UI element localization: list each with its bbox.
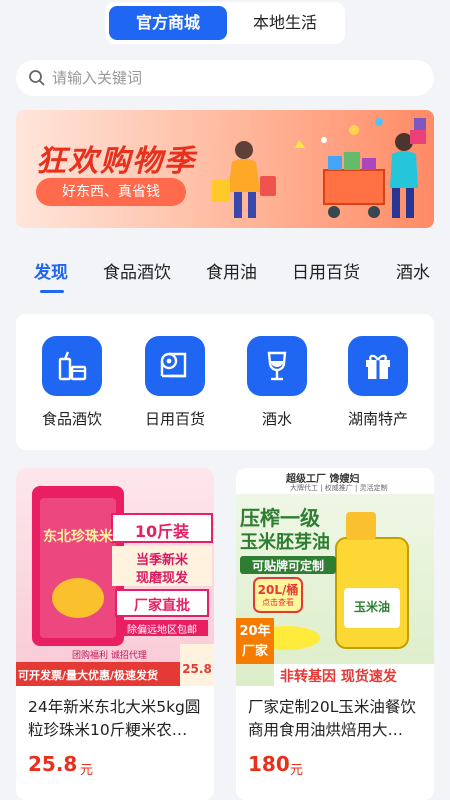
tab-official-store[interactable]: 官方商城 — [109, 6, 227, 40]
product-name: 厂家定制20L玉米油餐饮商用食用油烘焙用大… — [248, 698, 416, 739]
oil-size-label: 20L/桶 — [257, 583, 299, 597]
oil-line2: 玉米胚芽油 — [240, 532, 330, 553]
product-name: 24年新米东北大米5kg圆粒珍珠米10斤粳米农… — [28, 698, 201, 739]
rice-price-box: 25.8 — [182, 662, 212, 676]
oil-factory-label: 厂家 — [241, 644, 268, 659]
tissue-roll-icon — [145, 336, 205, 396]
rice-bag-label: 东北珍珠米 — [43, 529, 113, 545]
product-card-corn-oil[interactable]: 超级工厂 馋嫂妇 大牌代工 | 权威推广 | 灵活定制 压榨一级 玉米胚芽油 可… — [236, 468, 434, 800]
tab-liquor[interactable]: 酒水 — [396, 258, 430, 283]
category-tab-bar: 发现 食品酒饮 食用油 日用百货 酒水 — [0, 250, 450, 290]
category-label: 湖南特产 — [347, 410, 408, 428]
rice-weight-label: 10斤装 — [134, 522, 190, 541]
product-image-corn-oil: 超级工厂 馋嫂妇 大牌代工 | 权威推广 | 灵活定制 压榨一级 玉米胚芽油 可… — [236, 468, 434, 686]
category-liquor[interactable]: 酒水 — [232, 336, 322, 429]
rice-welfare-label: 团购福利 诚招代理 — [72, 651, 147, 661]
search-icon — [29, 70, 45, 86]
active-tab-indicator — [40, 290, 64, 293]
tab-discover[interactable]: 发现 — [34, 258, 68, 283]
category-label: 酒水 — [261, 410, 292, 428]
rice-tag2: 现磨现发 — [135, 571, 188, 586]
price-unit: 元 — [290, 763, 304, 778]
tab-cooking-oil[interactable]: 食用油 — [206, 258, 257, 283]
oil-custom-label: 可贴牌可定制 — [251, 559, 324, 573]
category-hunan-specialty[interactable]: 湖南特产 — [333, 336, 423, 429]
price-unit: 元 — [80, 763, 94, 778]
product-image-rice: 东北珍珠米 10斤装 当季新米 现磨现发 厂家直批 除偏远地区包邮 团购福利 诚… — [16, 468, 214, 686]
wine-glass-icon — [247, 336, 307, 396]
oil-bottom-label: 非转基因 现货速发 — [280, 669, 397, 685]
tab-local-life[interactable]: 本地生活 — [229, 6, 341, 40]
oil-size-sub: 点击查看 — [262, 598, 294, 607]
oil-line1: 压榨一级 — [240, 506, 320, 530]
banner-title: 狂欢购物季 — [36, 144, 196, 179]
rice-direct-label: 厂家直批 — [134, 598, 190, 614]
category-label: 食品酒饮 — [41, 410, 102, 428]
product-price: 25.8 — [28, 752, 78, 776]
product-card-rice[interactable]: 东北珍珠米 10斤装 当季新米 现磨现发 厂家直批 除偏远地区包邮 团购福利 诚… — [16, 468, 214, 800]
oil-years-label: 20年 — [239, 624, 271, 639]
rice-tag1: 当季新米 — [135, 553, 188, 568]
store-switch: 官方商城 本地生活 — [105, 2, 345, 44]
tab-food-drinks[interactable]: 食品酒饮 — [103, 258, 171, 283]
rice-bottom-label: 可开发票/量大优惠/极速发货 — [18, 669, 159, 682]
oil-brand-sub: 大牌代工 | 权威推广 | 灵活定制 — [290, 484, 388, 492]
category-daily-goods[interactable]: 日用百货 — [130, 336, 220, 429]
category-label: 日用百货 — [144, 410, 205, 428]
promo-banner[interactable]: 狂欢购物季 好东西、真省钱 — [16, 110, 434, 228]
tab-daily-goods[interactable]: 日用百货 — [292, 258, 360, 283]
category-food-drinks[interactable]: 食品酒饮 — [27, 336, 117, 429]
banner-subtitle: 好东西、真省钱 — [36, 178, 186, 206]
product-price: 180 — [248, 752, 290, 776]
rice-shipping-label: 除偏远地区包邮 — [127, 625, 197, 636]
shopping-people-illustration — [212, 118, 426, 218]
search-placeholder: 请输入关键词 — [52, 69, 143, 87]
oil-bottle-label: 玉米油 — [353, 600, 390, 614]
category-grid: 食品酒饮 日用百货 酒水 湖南特产 — [16, 314, 434, 450]
search-bar[interactable]: 请输入关键词 — [16, 60, 434, 96]
drinks-food-icon — [42, 336, 102, 396]
gift-box-icon — [348, 336, 408, 396]
